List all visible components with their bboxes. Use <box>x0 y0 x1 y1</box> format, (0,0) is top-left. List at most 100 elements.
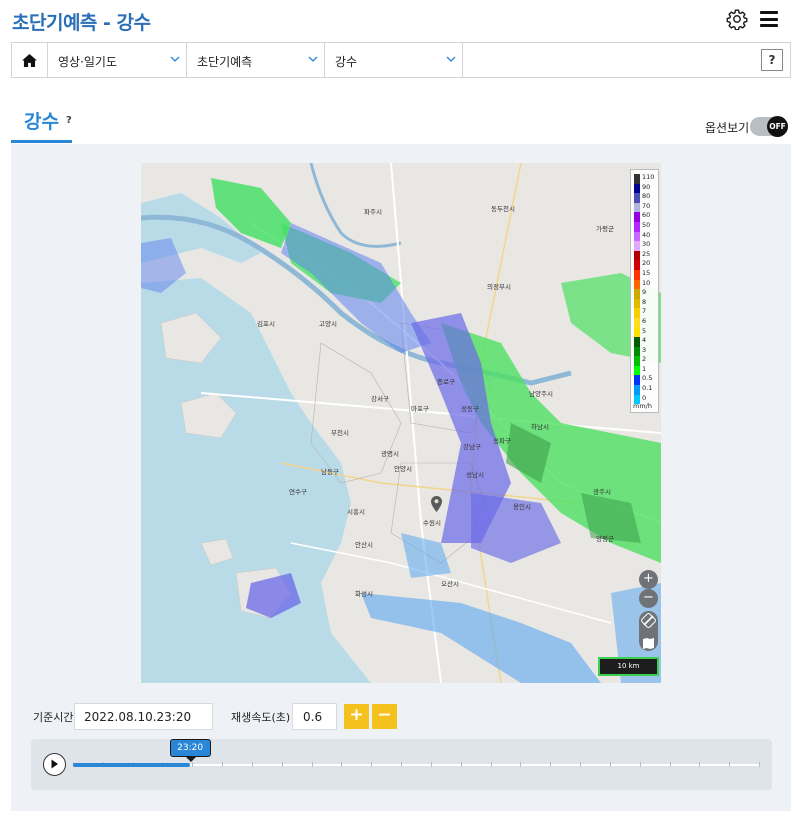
tab-active-indicator <box>11 140 72 143</box>
play-button[interactable] <box>43 753 66 776</box>
map-place-label: 의정부시 <box>487 283 511 291</box>
legend-swatch <box>634 250 640 261</box>
options-toggle[interactable]: OFF <box>750 116 788 137</box>
playback-speed-field[interactable]: 0.6 <box>292 703 337 730</box>
timeline-tick[interactable] <box>759 762 760 767</box>
breadcrumb-item-image-chart[interactable]: 영상·일기도 <box>48 43 187 77</box>
timeline-tick[interactable] <box>639 762 641 767</box>
legend-value: 25 <box>642 249 651 258</box>
timeline-tick[interactable] <box>490 762 492 767</box>
timeline-tick[interactable] <box>460 762 462 767</box>
chevron-down-icon <box>308 56 318 62</box>
legend-value: 20 <box>642 259 651 268</box>
legend-swatch <box>634 260 640 270</box>
legend-value: 60 <box>642 211 651 220</box>
gear-icon[interactable] <box>726 8 748 30</box>
legend-swatch <box>634 193 640 203</box>
map-place-label: 강남구 <box>463 443 481 451</box>
legend-value: 15 <box>642 268 651 277</box>
timeline-tick[interactable] <box>281 762 283 767</box>
page-header: 초단기예측 - 강수 <box>0 0 797 40</box>
legend-value: 0.1 <box>642 384 653 393</box>
timeline-tick[interactable] <box>520 762 522 767</box>
chevron-down-icon <box>446 56 456 62</box>
tab-precipitation[interactable]: 강수 <box>24 107 59 134</box>
precipitation-legend: 110 90 80 70 60 50 40 30 25 20 15 10 9 8 7 6 5 4 3 2 1 0.5 0.1… <box>630 169 659 413</box>
legend-value: 80 <box>642 192 651 201</box>
legend-value: 4 <box>642 336 647 345</box>
map-place-label: 안산시 <box>355 541 373 549</box>
timeline-tick[interactable] <box>580 762 582 767</box>
location-pin-icon[interactable] <box>431 496 442 512</box>
radar-map[interactable]: 파주시 김포시 고양시 의정부시 남양주시 강서구 마포구 종로구 성동구 강남… <box>141 163 661 683</box>
home-icon <box>22 53 37 67</box>
map-place-label: 화성시 <box>355 590 373 598</box>
base-time-label: 기준시간 <box>33 711 74 724</box>
map-place-label: 광주시 <box>593 488 611 496</box>
timeline-tick[interactable] <box>550 762 552 767</box>
legend-swatch <box>634 279 640 290</box>
timeline-progress <box>73 763 190 767</box>
map-place-label: 양평군 <box>596 535 614 543</box>
home-button[interactable] <box>12 43 48 77</box>
legend-value: 30 <box>642 240 651 249</box>
base-time-field[interactable]: 2022.08.10.23:20 <box>74 703 213 730</box>
map-place-label: 용인시 <box>513 503 531 511</box>
speed-decrease-button[interactable]: − <box>372 704 397 729</box>
legend-swatch <box>634 308 640 318</box>
map-icon[interactable] <box>639 634 658 653</box>
legend-value: 90 <box>642 182 651 191</box>
timeline-tick[interactable] <box>669 762 671 767</box>
map-place-label: 오산시 <box>441 580 459 588</box>
options-label: 옵션보기 <box>705 121 750 135</box>
legend-swatch <box>634 385 640 395</box>
map-place-label: 종로구 <box>437 378 455 386</box>
map-place-label: 성동구 <box>461 405 479 413</box>
play-icon <box>51 759 58 769</box>
timeline-tick[interactable] <box>311 762 313 767</box>
timeline-tick[interactable] <box>192 762 194 767</box>
breadcrumb-item-precipitation[interactable]: 강수 <box>325 43 463 77</box>
map-place-label: 강서구 <box>371 395 389 403</box>
help-button[interactable]: ? <box>761 49 783 71</box>
legend-value-labels: 110 90 80 70 60 50 40 30 25 20 15 10 9 8 7 6 5 4 3 2 1 0.5 0.1… <box>642 173 654 403</box>
map-scale-bar: 10 km <box>598 657 659 676</box>
legend-value: 110 <box>642 173 655 181</box>
legend-value: 50 <box>642 220 651 229</box>
legend-swatch <box>634 317 640 328</box>
map-place-label: 하남시 <box>531 423 549 431</box>
map-tools-group <box>639 611 658 651</box>
chevron-down-icon <box>170 56 180 62</box>
zoom-out-button[interactable]: − <box>639 589 658 608</box>
tab-help-icon[interactable]: ? <box>66 115 72 126</box>
map-place-label: 마포구 <box>411 405 429 413</box>
legend-unit: mm/h <box>633 402 652 410</box>
ruler-icon[interactable] <box>639 611 658 630</box>
timeline-tick[interactable] <box>371 762 373 767</box>
timeline-tick[interactable] <box>699 762 701 767</box>
timeline-tick[interactable] <box>341 762 343 767</box>
timeline-tick[interactable] <box>430 762 432 767</box>
timeline-tick[interactable] <box>401 762 403 767</box>
timeline-tick[interactable] <box>609 762 611 767</box>
legend-value: 1 <box>642 364 647 373</box>
legend-swatch <box>634 346 640 357</box>
timeline-bar: 23:20 <box>31 739 772 790</box>
legend-swatch <box>634 183 640 194</box>
map-place-label: 안양시 <box>394 465 412 473</box>
zoom-in-button[interactable]: + <box>639 570 658 589</box>
timeline-tick[interactable] <box>222 762 224 767</box>
toggle-knob: OFF <box>767 116 788 137</box>
legend-value: 8 <box>642 297 647 306</box>
legend-swatch <box>634 174 640 184</box>
timeline-tick[interactable] <box>251 762 253 767</box>
legend-value: 10 <box>642 278 651 287</box>
speed-increase-button[interactable]: + <box>344 704 369 729</box>
hamburger-menu-icon[interactable] <box>760 11 778 27</box>
timeline-current-time[interactable]: 23:20 <box>169 739 211 762</box>
legend-value: 2 <box>642 355 647 364</box>
breadcrumb-item-nowcast[interactable]: 초단기예측 <box>187 43 325 77</box>
legend-swatch <box>634 231 640 242</box>
timeline-tick[interactable] <box>729 762 731 767</box>
map-place-label: 파주시 <box>364 208 382 216</box>
